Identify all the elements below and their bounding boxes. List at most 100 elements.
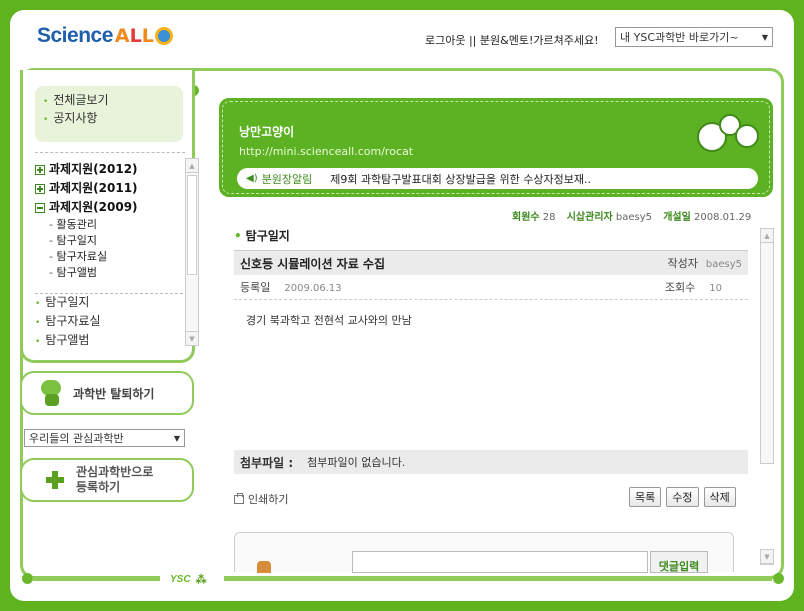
edit-button[interactable]: 수정 xyxy=(666,487,699,507)
logo-text-science: Science xyxy=(37,24,113,47)
attachment-row: 첨부파일 : 첨부파일이 없습니다. xyxy=(234,450,748,474)
speaker-icon: ◀) xyxy=(246,173,258,184)
footer-line xyxy=(32,578,772,581)
section-title: 탐구일지 xyxy=(234,227,290,244)
register-line-2: 등록하기 xyxy=(76,480,121,494)
delete-button[interactable]: 삭제 xyxy=(703,487,736,507)
comment-box: 댓글입력 xyxy=(234,532,734,573)
comment-submit-button[interactable]: 댓글입력 xyxy=(650,551,708,573)
chevron-down-icon: ▼ xyxy=(173,433,180,443)
avatar-icon xyxy=(257,561,271,573)
sidebar-item-journal[interactable]: 탐구일지 xyxy=(35,293,185,312)
sidebar-item-notices[interactable]: 공지사항 xyxy=(43,109,175,127)
interest-select-value: 우리들의 관심과학반 xyxy=(29,432,124,445)
notice-bar[interactable]: ◀) 분원장알림 제9회 과학탐구발표대회 상장발급을 위한 수상자정보재.. xyxy=(237,168,758,189)
admin-label: 시삽관리자 xyxy=(566,212,613,223)
header-links: 로그아웃 || 분원&멘토!가르쳐주세요! xyxy=(425,32,599,48)
folder-label: 과제지원(2011) xyxy=(49,181,138,195)
page-scrollbar[interactable]: ▼ xyxy=(760,549,774,565)
interest-class-select[interactable]: 우리들의 관심과학반 ▼ xyxy=(24,429,185,447)
subitem-library[interactable]: 탐구자료실 xyxy=(35,249,185,265)
scroll-up-icon[interactable]: ▲ xyxy=(761,229,773,243)
sidebar-item-all-posts[interactable]: 전체글보기 xyxy=(43,91,175,109)
register-interest-button[interactable]: 관심과학반으로 등록하기 xyxy=(20,458,194,502)
register-line-1: 관심과학반으로 xyxy=(76,465,154,479)
views-label: 조회수 xyxy=(664,281,696,294)
views-block: 조회수 10 xyxy=(665,279,722,295)
subitem-activity[interactable]: 활동관리 xyxy=(35,217,185,233)
ysc-footer-text: YSC xyxy=(170,573,191,585)
ysc-shortcut-select[interactable]: 내 YSC과학반 바로가기~ ▼ xyxy=(615,27,773,47)
expand-icon[interactable] xyxy=(35,164,45,175)
banner-inner: 낭만고양이 http://mini.scienceall.com/rocat ◀… xyxy=(222,101,770,194)
chevron-down-icon: ▼ xyxy=(761,32,768,42)
notice-message[interactable]: 제9회 과학탐구발표대회 상장발급을 위한 수상자정보재.. xyxy=(330,171,591,187)
subitem-album[interactable]: 탐구앨범 xyxy=(35,265,185,281)
date-value: 2009.06.13 xyxy=(284,283,342,294)
scienceall-logo[interactable]: Science ALL xyxy=(37,19,173,53)
sidebar: 전체글보기 공지사항 과제지원(2012) 과제지원(2011) 과제지원(20… xyxy=(20,70,199,363)
mentor-link[interactable]: 분원&멘토!가르쳐주세요! xyxy=(480,34,599,47)
author-label: 작성자 xyxy=(667,257,698,270)
ysc-select-value: 내 YSC과학반 바로가기~ xyxy=(620,31,739,44)
list-button[interactable]: 목록 xyxy=(629,487,662,507)
folder-2012[interactable]: 과제지원(2012) xyxy=(35,160,185,179)
subitem-journal[interactable]: 탐구일지 xyxy=(35,233,185,249)
molecule-icon: ⁂ xyxy=(195,573,207,586)
expand-icon[interactable] xyxy=(35,183,45,194)
scroll-down-icon[interactable]: ▼ xyxy=(761,550,773,564)
date-block: 등록일 2009.06.13 xyxy=(240,279,342,295)
notice-tag: 분원장알림 xyxy=(261,172,313,186)
fruit-mascot-icon xyxy=(697,104,761,160)
club-meta: 회원수 28 시삽관리자 baesy5 개설일 2008.01.29 xyxy=(504,208,751,223)
club-banner: 낭만고양이 http://mini.scienceall.com/rocat ◀… xyxy=(219,98,773,197)
folder-2009[interactable]: 과제지원(2009) xyxy=(35,198,185,217)
divider xyxy=(35,152,185,153)
views-value: 10 xyxy=(709,283,722,294)
print-link[interactable]: 인쇄하기 xyxy=(234,491,288,507)
header-divider: || xyxy=(465,34,480,47)
divider xyxy=(35,293,183,294)
attachment-label: 첨부파일 : xyxy=(240,455,294,470)
attachment-value: 첨부파일이 없습니다. xyxy=(307,456,406,469)
scroll-thumb[interactable] xyxy=(187,175,197,275)
leave-class-button[interactable]: 과학반 탈퇴하기 xyxy=(20,371,194,415)
scroll-down-icon[interactable]: ▼ xyxy=(186,331,198,345)
logout-link[interactable]: 로그아웃 xyxy=(425,34,465,47)
author-value: baesy5 xyxy=(705,259,742,270)
sidebar-scrollbar[interactable]: ▲ ▼ xyxy=(185,158,199,346)
board-tree: 과제지원(2012) 과제지원(2011) 과제지원(2009) 활동관리 탐구… xyxy=(35,160,185,350)
plus-icon xyxy=(46,471,64,489)
members-label: 회원수 xyxy=(512,212,540,223)
sidebar-item-album[interactable]: 탐구앨범 xyxy=(35,331,185,350)
folder-label: 과제지원(2009) xyxy=(49,200,138,214)
opened-value: 2008.01.29 xyxy=(694,212,752,223)
ysc-footer-logo: YSC ⁂ xyxy=(160,571,224,587)
scroll-up-icon[interactable]: ▲ xyxy=(186,159,198,173)
admin-value: baesy5 xyxy=(615,212,653,223)
folder-2011[interactable]: 과제지원(2011) xyxy=(35,179,185,198)
leave-class-label: 과학반 탈퇴하기 xyxy=(73,386,155,401)
club-url[interactable]: http://mini.scienceall.com/rocat xyxy=(239,145,413,158)
mascot-icon xyxy=(37,378,67,408)
collapse-icon[interactable] xyxy=(35,202,45,213)
date-label: 등록일 xyxy=(240,281,271,294)
post-title: 신호등 시뮬레이션 자료 수집 xyxy=(240,256,386,271)
sidebar-item-library[interactable]: 탐구자료실 xyxy=(35,312,185,331)
sidebar-top-menu: 전체글보기 공지사항 xyxy=(35,86,183,142)
post-actions: 목록 수정 삭제 xyxy=(629,487,736,507)
post-view: 신호등 시뮬레이션 자료 수집 작성자 baesy5 등록일 2009.06.13 … xyxy=(234,250,748,474)
post-info-row: 등록일 2009.06.13 조회수 10 xyxy=(234,275,748,300)
print-label: 인쇄하기 xyxy=(248,493,289,506)
opened-label: 개설일 xyxy=(663,212,691,223)
post-title-row: 신호등 시뮬레이션 자료 수집 작성자 baesy5 xyxy=(234,250,748,275)
post-scrollbar[interactable]: ▲ xyxy=(760,228,774,464)
printer-icon xyxy=(234,492,244,504)
author-block: 작성자 baesy5 xyxy=(668,255,743,271)
globe-icon xyxy=(154,27,173,45)
folder-label: 과제지원(2012) xyxy=(49,162,138,176)
comment-input[interactable] xyxy=(352,551,648,573)
register-interest-label: 관심과학반으로 등록하기 xyxy=(76,465,153,495)
page: Science ALL 로그아웃 || 분원&멘토!가르쳐주세요! 내 YSC과학… xyxy=(10,10,794,601)
